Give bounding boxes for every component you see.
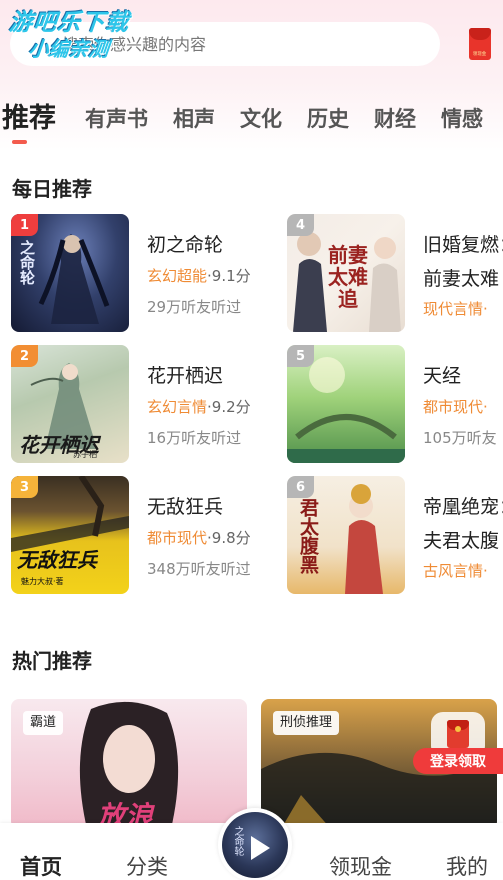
active-tab-indicator bbox=[12, 140, 27, 144]
tab-audiobook[interactable]: 有声书 bbox=[85, 102, 148, 136]
watermark-line1: 游吧乐下载 bbox=[8, 10, 131, 36]
nav-cash[interactable]: 领现金 bbox=[329, 851, 392, 880]
book-card[interactable]: 君太腹黑 6 帝凰绝宠： 夫君太腹 古风言情· bbox=[287, 476, 503, 596]
player-cover-text: 之命轮 bbox=[232, 826, 243, 856]
cover-title-text: 之命轮 bbox=[18, 240, 36, 285]
hot-card-tag: 霸道 bbox=[23, 711, 64, 735]
book-meta: 都市现代·9.8分 bbox=[147, 527, 251, 548]
cover-title-text: 无敌狂兵 bbox=[17, 548, 97, 572]
watermark-logo: 游吧乐下载 小编亲测 bbox=[5, 10, 131, 62]
book-meta: 玄幻超能·9.1分 bbox=[147, 265, 251, 286]
book-genre: 玄幻超能 bbox=[147, 267, 208, 285]
book-genre: 都市现代· bbox=[423, 398, 488, 416]
nav-home[interactable]: 首页 bbox=[20, 851, 62, 880]
book-genre: 古风言情· bbox=[423, 562, 488, 580]
mini-player-button[interactable]: 之命轮 bbox=[218, 808, 292, 880]
book-title: 初之命轮 bbox=[147, 234, 224, 256]
red-packet-button[interactable]: 领现金 bbox=[469, 28, 491, 60]
tab-culture[interactable]: 文化 bbox=[240, 102, 282, 136]
book-listeners: 16万听友听过 bbox=[147, 429, 242, 447]
player-cover-disc: 之命轮 bbox=[222, 812, 288, 878]
login-claim-button[interactable]: 登录领取 bbox=[413, 748, 503, 774]
book-card[interactable]: 之命轮 1 初之命轮 玄幻超能·9.1分 29万听友听过 bbox=[11, 214, 291, 334]
rank-badge: 4 bbox=[287, 214, 314, 236]
rank-badge: 5 bbox=[287, 345, 314, 367]
book-card[interactable]: 5 天经 都市现代· 105万听友 bbox=[287, 345, 503, 465]
book-meta: 玄幻言情·9.2分 bbox=[147, 396, 251, 417]
tab-finance[interactable]: 财经 bbox=[374, 102, 416, 136]
red-packet-icon bbox=[469, 28, 491, 40]
cover-title-text: 前妻太难追 bbox=[328, 243, 368, 311]
book-card[interactable]: 无敌狂兵 魅力大叔·著 3 无敌狂兵 都市现代·9.8分 348万听友听过 bbox=[11, 476, 291, 596]
book-card[interactable]: 花开栖迟 苏子栖 2 花开栖迟 玄幻言情·9.2分 16万听友听过 bbox=[11, 345, 291, 465]
cover-title-text: 君太腹黑 bbox=[297, 498, 319, 574]
cover-author-text: 魅力大叔·著 bbox=[21, 577, 64, 586]
book-cover: 君太腹黑 6 bbox=[287, 476, 405, 594]
daily-section-title: 每日推荐 bbox=[12, 177, 92, 201]
book-listeners: 105万听友 bbox=[423, 429, 497, 447]
book-title-line2: 前妻太难 bbox=[423, 268, 500, 290]
rank-badge: 3 bbox=[11, 476, 38, 498]
book-title: 帝凰绝宠： bbox=[423, 496, 503, 518]
book-score: ·9.2分 bbox=[207, 398, 251, 416]
play-icon bbox=[251, 836, 270, 860]
book-title: 无敌狂兵 bbox=[147, 496, 224, 518]
book-cover: 前妻太难追 4 bbox=[287, 214, 405, 332]
nav-mine[interactable]: 我的 bbox=[446, 851, 488, 880]
red-envelope-icon bbox=[447, 720, 469, 748]
book-genre: 玄幻言情 bbox=[147, 398, 208, 416]
book-score: ·9.8分 bbox=[207, 529, 251, 547]
hot-section-title: 热门推荐 bbox=[12, 649, 92, 673]
book-title: 天经 bbox=[423, 365, 462, 387]
tab-history[interactable]: 历史 bbox=[307, 102, 349, 136]
hot-card-tag: 刑侦推理 bbox=[273, 711, 340, 735]
book-title: 旧婚复燃： bbox=[423, 234, 503, 256]
book-listeners: 348万听友听过 bbox=[147, 560, 251, 578]
rank-badge: 1 bbox=[11, 214, 38, 236]
book-genre: 现代言情· bbox=[423, 300, 488, 318]
hot-card[interactable]: 放浪 霸道 bbox=[11, 699, 247, 829]
red-packet-label: 领现金 bbox=[473, 51, 487, 57]
book-score: ·9.1分 bbox=[207, 267, 251, 285]
book-cover: 无敌狂兵 魅力大叔·著 3 bbox=[11, 476, 129, 594]
book-cover: 之命轮 1 bbox=[11, 214, 129, 332]
tab-emotion[interactable]: 情感 bbox=[441, 102, 483, 136]
tab-recommend[interactable]: 推荐 bbox=[2, 102, 56, 136]
book-cover: 花开栖迟 苏子栖 2 bbox=[11, 345, 129, 463]
book-title-line2: 夫君太腹 bbox=[423, 530, 500, 552]
book-title: 花开栖迟 bbox=[147, 365, 224, 387]
category-tabs: 推荐 有声书 相声 文化 历史 财经 情感 bbox=[0, 96, 503, 136]
book-card[interactable]: 前妻太难追 4 旧婚复燃： 前妻太难 现代言情· bbox=[287, 214, 503, 334]
rank-badge: 6 bbox=[287, 476, 314, 498]
nav-category[interactable]: 分类 bbox=[126, 851, 168, 880]
book-listeners: 29万听友听过 bbox=[147, 298, 242, 316]
book-cover: 5 bbox=[287, 345, 405, 463]
watermark-line2: 小编亲测 bbox=[27, 37, 110, 61]
tab-crosstalk[interactable]: 相声 bbox=[173, 102, 215, 136]
cover-author-text: 苏子栖 bbox=[73, 450, 97, 459]
book-genre: 都市现代 bbox=[147, 529, 208, 547]
rank-badge: 2 bbox=[11, 345, 38, 367]
